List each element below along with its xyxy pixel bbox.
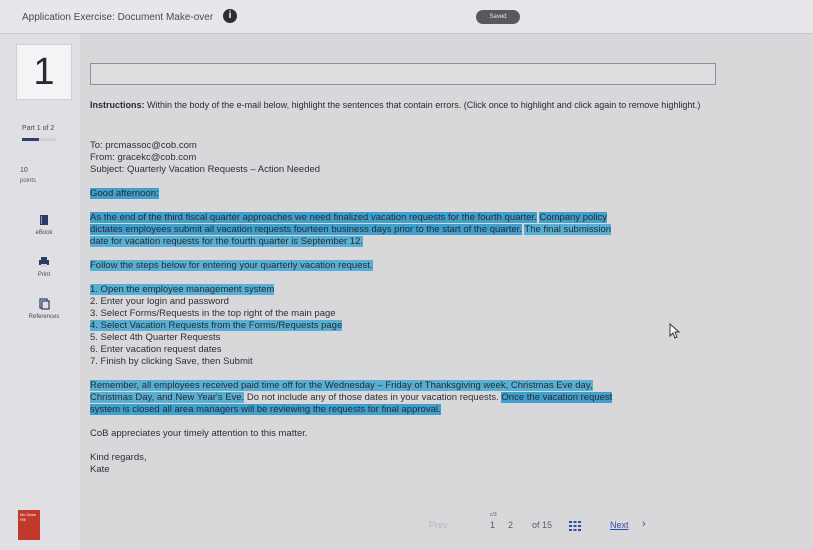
step-item-3[interactable]: 3. Select Forms/Requests in the top righ… xyxy=(90,308,620,320)
paragraph-2: Follow the steps below for entering your… xyxy=(90,260,620,272)
email-from: From: gracekc@cob.com xyxy=(90,152,197,163)
prev-button[interactable]: Prev xyxy=(429,520,448,530)
closing-block: Kind regards, Kate xyxy=(90,452,620,476)
answer-box[interactable] xyxy=(90,63,716,85)
step-item-7[interactable]: 7. Finish by clicking Save, then Submit xyxy=(90,356,620,368)
paragraph-3: Remember, all employees received paid ti… xyxy=(90,380,620,416)
question-number: 1 xyxy=(16,44,72,100)
top-bar: Application Exercise: Document Make-over… xyxy=(0,0,813,34)
step-item-5[interactable]: 5. Select 4th Quarter Requests xyxy=(90,332,620,344)
step-item-2[interactable]: 2. Enter your login and password xyxy=(90,296,620,308)
references-label: References xyxy=(28,314,60,320)
part-progress-bar xyxy=(22,138,56,141)
instructions-text: Within the body of the e-mail below, hig… xyxy=(147,100,701,110)
info-icon[interactable]: i xyxy=(223,9,237,23)
step-item-6[interactable]: 6. Enter vacation request dates xyxy=(90,344,620,356)
points-label: points xyxy=(20,178,37,184)
references-button[interactable]: References xyxy=(22,298,66,320)
print-icon xyxy=(39,257,49,267)
ebook-label: eBook xyxy=(35,230,53,236)
chevron-right-icon[interactable]: › xyxy=(642,518,646,530)
steps-list: 1. Open the employee management system 2… xyxy=(90,284,620,368)
current-page-marker: c/3 xyxy=(490,512,497,518)
question-content: Instructions: Within the body of the e-m… xyxy=(80,34,813,550)
page-total: of 15 xyxy=(532,520,553,530)
part-progress-fill xyxy=(22,138,39,141)
sentence-p4[interactable]: CoB appreciates your timely attention to… xyxy=(90,428,308,439)
book-icon xyxy=(40,215,48,225)
step-item-1[interactable]: 1. Open the employee management system xyxy=(90,284,275,295)
email-to: To: prcmassoc@cob.com xyxy=(90,140,197,151)
paragraph-1: As the end of the third fiscal quarter a… xyxy=(90,212,620,248)
sentence-p3-2[interactable]: Do not include any of those dates in you… xyxy=(247,392,499,403)
closing-line[interactable]: Kind regards, xyxy=(90,452,620,464)
instructions: Instructions: Within the body of the e-m… xyxy=(90,99,720,111)
ebook-button[interactable]: eBook xyxy=(22,214,66,236)
greeting-paragraph: Good afternoon: xyxy=(90,188,620,200)
mouse-cursor-icon xyxy=(669,323,681,339)
page-1-button[interactable]: 1 xyxy=(490,520,495,530)
question-sidebar: 1 Part 1 of 2 10 points eBook Print Refe… xyxy=(0,34,80,550)
print-button[interactable]: Print xyxy=(22,256,66,278)
print-label: Print xyxy=(37,272,51,278)
signature-line[interactable]: Kate xyxy=(90,464,620,476)
step-item-4[interactable]: 4. Select Vacation Requests from the For… xyxy=(90,320,343,331)
part-label: Part 1 of 2 xyxy=(22,125,55,132)
next-button[interactable]: Next xyxy=(610,520,629,530)
paragraph-4: CoB appreciates your timely attention to… xyxy=(90,428,620,440)
saved-status-badge: Saved xyxy=(476,10,520,24)
publisher-logo: Mc Graw Hill xyxy=(18,510,40,540)
sentence-greeting[interactable]: Good afternoon: xyxy=(90,188,159,199)
sentence-p1-1[interactable]: As the end of the third fiscal quarter a… xyxy=(90,212,537,223)
instructions-label: Instructions: xyxy=(90,100,145,110)
grid-icon[interactable] xyxy=(569,521,581,533)
email-body: To: prcmassoc@cob.com From: gracekc@cob.… xyxy=(90,140,620,476)
email-subject: Subject: Quarterly Vacation Requests – A… xyxy=(90,164,321,175)
page-title: Application Exercise: Document Make-over xyxy=(22,12,214,23)
references-icon xyxy=(39,298,50,310)
points-value: 10 xyxy=(20,167,28,174)
sentence-p2[interactable]: Follow the steps below for entering your… xyxy=(90,260,373,271)
page-2-button[interactable]: 2 xyxy=(508,520,513,530)
